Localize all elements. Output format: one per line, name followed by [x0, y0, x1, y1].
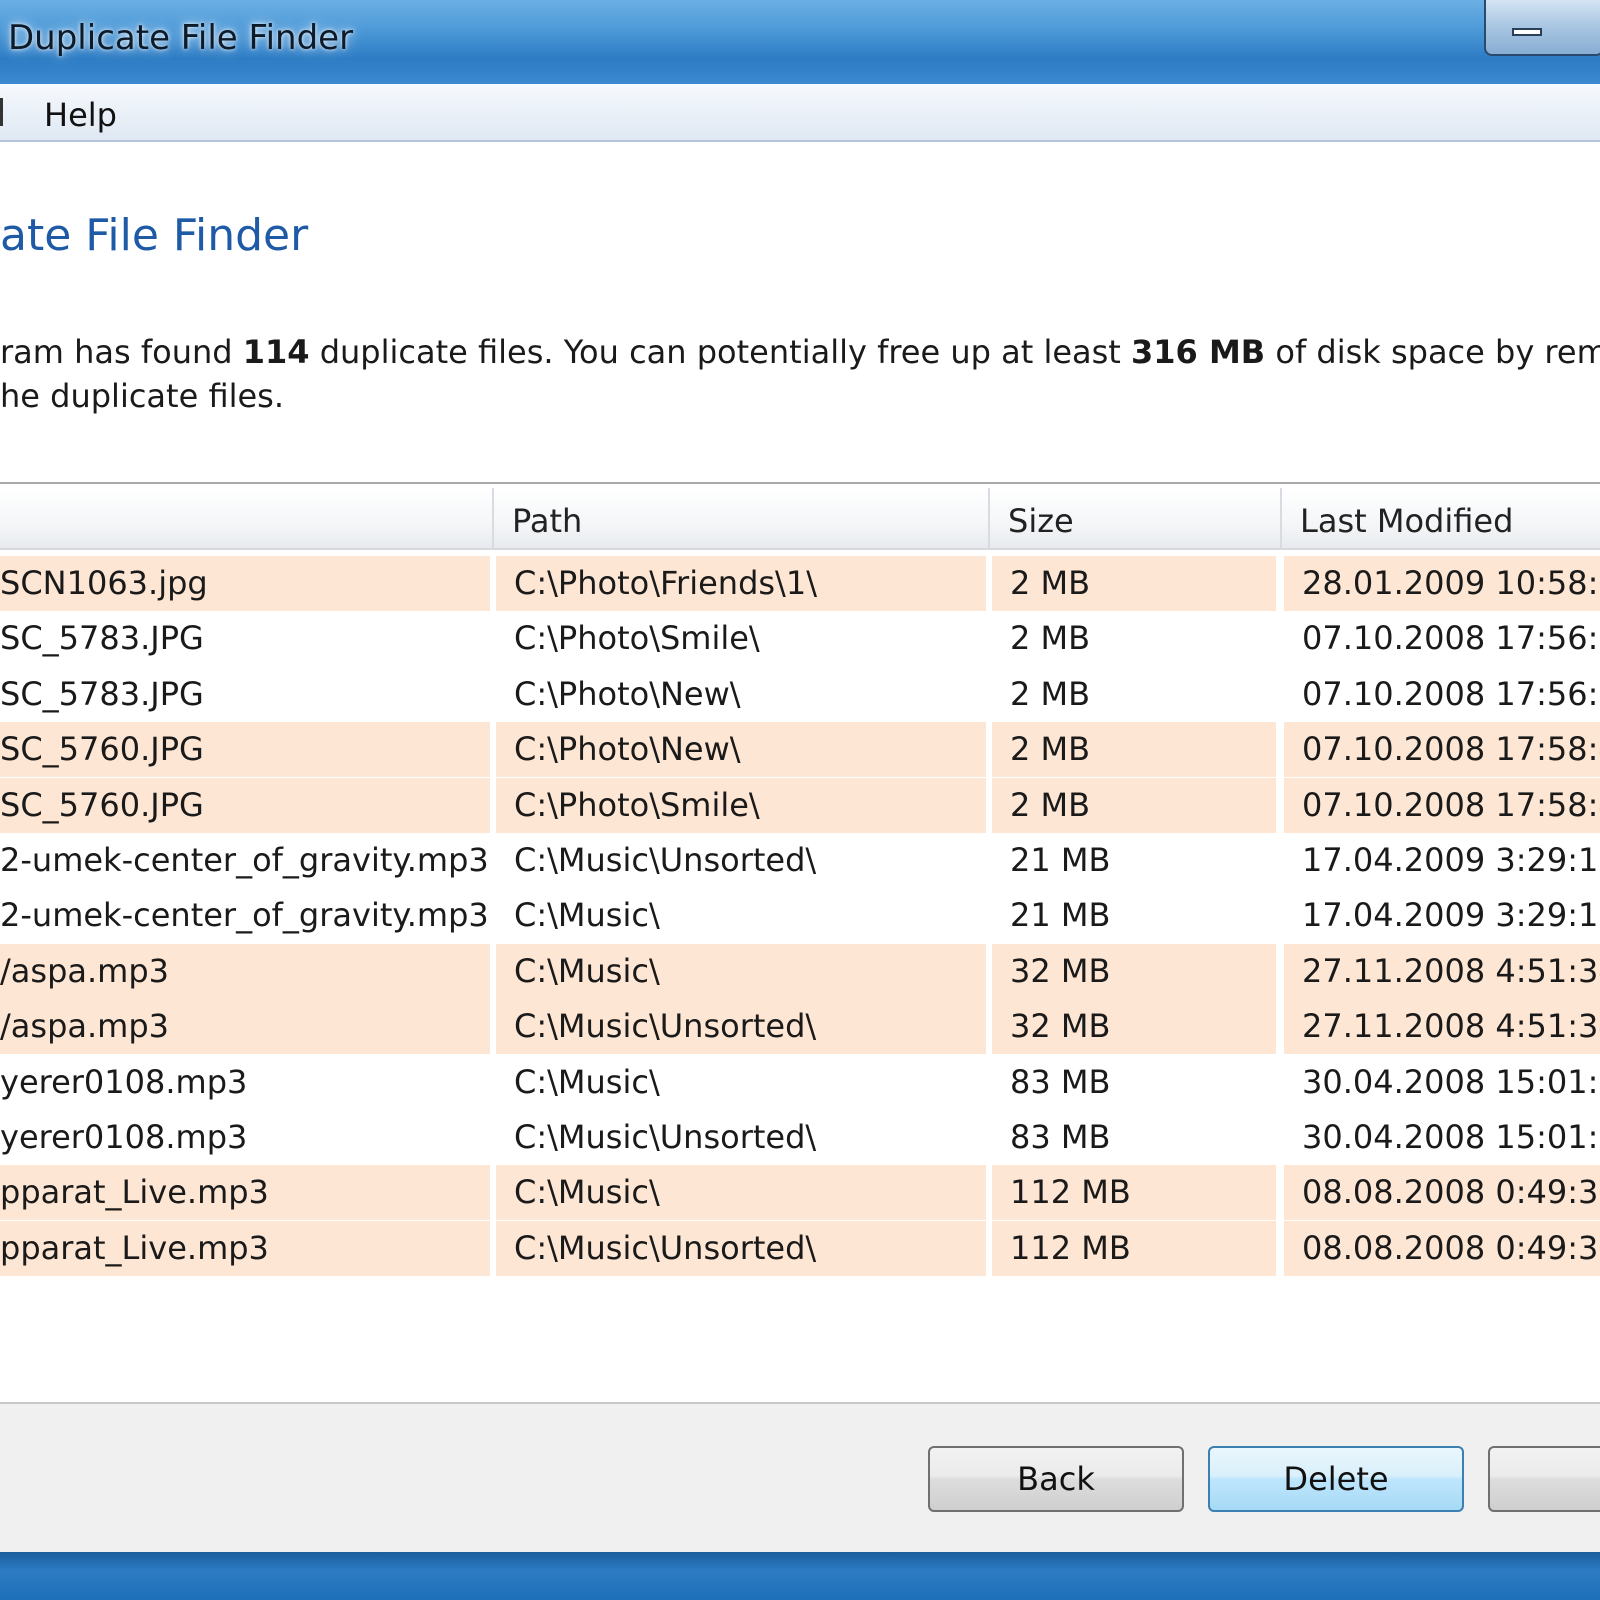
cell-name: SC_5760.JPG — [0, 722, 490, 778]
table-row[interactable]: yerer0108.mp3 C:\Music\Unsorted\ 83 MB 30.0… — [0, 1110, 1600, 1165]
page-title: ate File Finder — [0, 210, 309, 261]
cell-path: C:\Music\Unsorted\ — [496, 1220, 986, 1276]
duplicate-count: 114 — [242, 333, 310, 371]
table-row[interactable]: /aspa.mp3 C:\Music\Unsorted\ 32 MB 27.11.20… — [0, 999, 1600, 1055]
cell-path: C:\Music\ — [496, 1165, 986, 1221]
cell-name: /aspa.mp3 — [0, 999, 490, 1055]
cell-path: C:\Photo\New\ — [496, 722, 986, 778]
cell-name: 2-umek-center_of_gravity.mp3 — [0, 841, 489, 879]
cell-path: C:\Photo\Smile\ — [496, 777, 986, 833]
table-row[interactable]: SC_5783.JPG C:\Photo\Smile\ 2 MB 07.10.2008… — [0, 611, 1600, 666]
cell-last-modified: 27.11.2008 4:51:34 — [1284, 943, 1600, 999]
table-row[interactable]: SC_5760.JPG C:\Photo\New\ 2 MB 07.10.2008 1… — [0, 722, 1600, 778]
cell-path: C:\Music\ — [514, 1062, 660, 1101]
table-header: Path Size Last Modified — [0, 488, 1600, 550]
duplicates-table[interactable]: Path Size Last Modified SCN1063.jpg C:\Ph… — [0, 482, 1600, 1542]
table-row[interactable]: 2-umek-center_of_gravity.mp3 C:\Music\ 21 … — [0, 888, 1600, 943]
column-header-size[interactable]: Size — [990, 488, 1280, 550]
next-button[interactable] — [1488, 1446, 1600, 1512]
table-row[interactable]: yerer0108.mp3 C:\Music\ 83 MB 30.04.2008 15… — [0, 1055, 1600, 1110]
minimize-button[interactable] — [1484, 0, 1600, 56]
cell-last-modified: 08.08.2008 0:49:33 — [1284, 1220, 1600, 1276]
cell-path: C:\Music\Unsorted\ — [496, 999, 986, 1055]
summary-prefix: ram has found — [0, 333, 243, 371]
delete-button[interactable]: Delete — [1208, 1446, 1464, 1512]
table-row[interactable]: 2-umek-center_of_gravity.mp3 C:\Music\Uns… — [0, 833, 1600, 888]
cell-path: C:\Music\Unsorted\ — [514, 1118, 817, 1156]
back-button[interactable]: Back — [928, 1446, 1184, 1512]
cell-size: 83 MB — [1010, 1118, 1111, 1156]
cell-size: 21 MB — [1010, 841, 1111, 879]
table-row[interactable]: SCN1063.jpg C:\Photo\Friends\1\ 2 MB 28.01.… — [0, 556, 1600, 611]
summary-mid: duplicate files. You can potentially fre… — [309, 333, 1132, 371]
cell-path: C:\Music\ — [496, 943, 986, 999]
menu-item-partial[interactable] — [0, 98, 3, 126]
column-header-last-modified[interactable]: Last Modified — [1282, 488, 1600, 550]
cell-last-modified: 08.08.2008 0:49:33 — [1284, 1165, 1600, 1221]
cell-last-modified: 07.10.2008 17:56:2 — [1302, 674, 1600, 713]
table-row[interactable]: pparat_Live.mp3 C:\Music\ 112 MB 08.08.2008… — [0, 1165, 1600, 1221]
column-header-path[interactable]: Path — [494, 488, 988, 550]
cell-last-modified: 07.10.2008 17:58:4 — [1284, 777, 1600, 833]
menu-bar: Help — [0, 84, 1600, 142]
cell-name: pparat_Live.mp3 — [0, 1165, 490, 1221]
cell-last-modified: 17.04.2009 3:29:12 — [1302, 896, 1600, 935]
cell-path: C:\Music\ — [514, 896, 660, 935]
cell-name: 2-umek-center_of_gravity.mp3 — [0, 896, 489, 935]
minimize-icon — [1512, 28, 1542, 36]
cell-size: 2 MB — [992, 722, 1276, 778]
cell-path: C:\Photo\New\ — [514, 674, 741, 713]
cell-size: 112 MB — [992, 1165, 1276, 1221]
cell-name: SC_5783.JPG — [0, 674, 204, 713]
cell-size: 21 MB — [1010, 896, 1111, 935]
cell-size: 112 MB — [992, 1220, 1276, 1276]
summary-text: ram has found 114 duplicate files. You c… — [0, 330, 1600, 418]
cell-last-modified: 30.04.2008 15:01:5 — [1302, 1062, 1600, 1101]
freeable-size: 316 MB — [1131, 333, 1266, 371]
cell-last-modified: 17.04.2009 3:29:12 — [1302, 841, 1600, 879]
cell-size: 2 MB — [992, 777, 1276, 833]
button-bar: Back Delete — [0, 1402, 1600, 1552]
table-row[interactable]: SC_5783.JPG C:\Photo\New\ 2 MB 07.10.2008 1… — [0, 667, 1600, 722]
cell-name: pparat_Live.mp3 — [0, 1220, 490, 1276]
menu-item-help[interactable]: Help — [44, 96, 117, 134]
window-title: Duplicate File Finder — [8, 18, 354, 58]
cell-name: SC_5783.JPG — [0, 619, 204, 658]
cell-path: C:\Photo\Smile\ — [514, 619, 760, 658]
cell-size: 2 MB — [992, 556, 1276, 611]
cell-size: 83 MB — [1010, 1062, 1111, 1101]
summary-suffix: of disk space by removi — [1275, 333, 1600, 371]
cell-last-modified: 28.01.2009 10:58:1 — [1284, 556, 1600, 611]
cell-name: SC_5760.JPG — [0, 777, 490, 833]
cell-name: yerer0108.mp3 — [0, 1062, 248, 1101]
cell-size: 32 MB — [992, 999, 1276, 1055]
cell-last-modified: 07.10.2008 17:56:2 — [1302, 619, 1600, 658]
column-header-name[interactable] — [0, 488, 492, 550]
cell-name: /aspa.mp3 — [0, 943, 490, 999]
cell-last-modified: 30.04.2008 15:01:5 — [1302, 1118, 1600, 1156]
window-frame-bottom — [0, 1552, 1600, 1600]
table-row[interactable]: /aspa.mp3 C:\Music\ 32 MB 27.11.2008 4:51:3… — [0, 943, 1600, 999]
cell-name: SCN1063.jpg — [0, 556, 490, 611]
main-content: ate File Finder ram has found 114 duplic… — [0, 142, 1600, 1552]
cell-path: C:\Photo\Friends\1\ — [496, 556, 986, 611]
title-bar[interactable]: Duplicate File Finder — [0, 0, 1600, 84]
cell-size: 32 MB — [992, 943, 1276, 999]
cell-size: 2 MB — [1010, 619, 1091, 658]
cell-size: 2 MB — [1010, 674, 1091, 713]
cell-path: C:\Music\Unsorted\ — [514, 841, 817, 879]
cell-last-modified: 27.11.2008 4:51:34 — [1284, 999, 1600, 1055]
cell-name: yerer0108.mp3 — [0, 1118, 248, 1156]
table-row[interactable]: SC_5760.JPG C:\Photo\Smile\ 2 MB 07.10.2008… — [0, 777, 1600, 833]
summary-line2: he duplicate files. — [0, 377, 285, 415]
table-row[interactable]: pparat_Live.mp3 C:\Music\Unsorted\ 112 MB 0… — [0, 1220, 1600, 1276]
cell-last-modified: 07.10.2008 17:58:4 — [1284, 722, 1600, 778]
